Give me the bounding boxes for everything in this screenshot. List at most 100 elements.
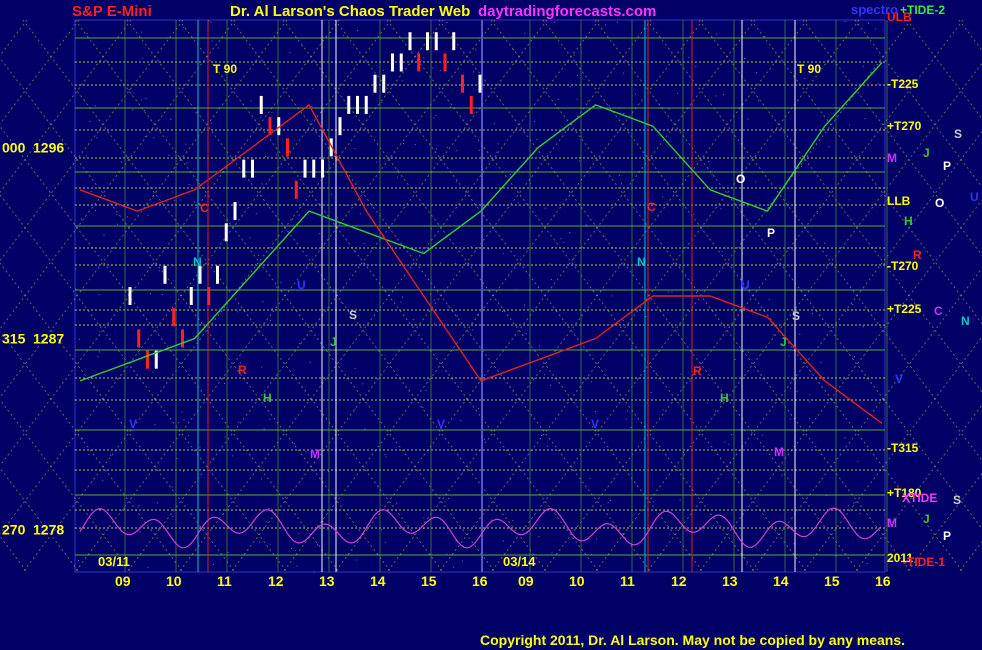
star-dot bbox=[384, 454, 386, 456]
star-dot bbox=[250, 100, 252, 102]
star-dot bbox=[756, 569, 758, 571]
star-dot bbox=[768, 298, 770, 300]
star-dot bbox=[645, 316, 647, 317]
star-dot bbox=[261, 478, 263, 480]
star-dot bbox=[868, 22, 869, 24]
star-dot bbox=[716, 33, 718, 35]
star-dot bbox=[700, 426, 702, 428]
x-tick-label: 09 bbox=[115, 573, 131, 589]
star-dot bbox=[154, 423, 156, 425]
star-dot bbox=[619, 175, 621, 176]
chart-annotation: N bbox=[193, 255, 202, 269]
star-dot bbox=[720, 208, 722, 210]
star-dot bbox=[260, 116, 262, 118]
star-dot bbox=[385, 456, 387, 458]
star-dot bbox=[98, 294, 100, 296]
star-dot bbox=[462, 560, 464, 562]
star-dot bbox=[655, 372, 657, 374]
chart-annotation: J bbox=[780, 335, 787, 349]
star-dot bbox=[88, 454, 90, 455]
star-dot bbox=[862, 65, 864, 67]
star-dot bbox=[183, 27, 185, 28]
star-dot bbox=[188, 435, 190, 436]
star-dot bbox=[502, 252, 504, 254]
star-dot bbox=[132, 109, 134, 111]
star-dot bbox=[801, 166, 802, 167]
star-dot bbox=[695, 66, 697, 68]
star-dot bbox=[213, 564, 214, 566]
site-title: Dr. Al Larson's Chaos Trader Web bbox=[230, 3, 470, 20]
chart-annotation: M bbox=[310, 447, 320, 461]
star-dot bbox=[676, 92, 678, 94]
chart-title: S&P E-Mini bbox=[72, 3, 152, 20]
star-dot bbox=[414, 83, 416, 85]
star-dot bbox=[258, 332, 260, 334]
star-dot bbox=[142, 57, 144, 59]
star-dot bbox=[453, 566, 455, 568]
star-dot bbox=[141, 99, 143, 101]
star-dot bbox=[357, 30, 358, 32]
star-dot bbox=[853, 356, 855, 358]
star-dot bbox=[210, 122, 212, 124]
star-dot bbox=[494, 123, 496, 125]
star-dot bbox=[157, 528, 159, 530]
star-dot bbox=[706, 402, 708, 404]
star-dot bbox=[141, 31, 143, 33]
star-dot bbox=[747, 118, 749, 120]
star-dot bbox=[447, 305, 449, 307]
right-level-label: XTIDE bbox=[902, 491, 937, 505]
star-dot bbox=[146, 188, 148, 190]
star-dot bbox=[75, 268, 76, 270]
planet-glyph: R bbox=[913, 248, 922, 262]
star-dot bbox=[746, 563, 748, 565]
star-dot bbox=[502, 311, 504, 312]
star-dot bbox=[448, 497, 449, 499]
star-dot bbox=[354, 368, 356, 369]
planet-glyph: J bbox=[923, 146, 930, 160]
star-dot bbox=[456, 315, 458, 317]
star-dot bbox=[751, 432, 753, 434]
star-dot bbox=[340, 301, 342, 303]
star-dot bbox=[364, 428, 366, 430]
star-dot bbox=[86, 32, 88, 34]
star-dot bbox=[147, 214, 149, 216]
right-level-label: LLB bbox=[887, 194, 911, 208]
chart-annotation: R bbox=[238, 363, 247, 377]
star-dot bbox=[289, 51, 291, 53]
star-dot bbox=[824, 242, 826, 244]
star-dot bbox=[397, 169, 399, 171]
chart-annotation: H bbox=[720, 391, 729, 405]
star-dot bbox=[497, 143, 499, 145]
star-dot bbox=[857, 460, 859, 462]
star-dot bbox=[359, 213, 361, 215]
chart-annotation: T 90 bbox=[213, 62, 237, 76]
star-dot bbox=[550, 278, 552, 280]
star-dot bbox=[625, 418, 627, 420]
star-dot bbox=[211, 40, 213, 42]
star-dot bbox=[444, 501, 446, 503]
star-dot bbox=[317, 543, 318, 545]
star-dot bbox=[151, 345, 153, 347]
chart-annotation: M bbox=[774, 445, 784, 459]
star-dot bbox=[354, 147, 356, 149]
star-dot bbox=[275, 154, 277, 156]
star-dot bbox=[523, 304, 525, 306]
star-dot bbox=[350, 77, 352, 79]
star-dot bbox=[295, 550, 297, 552]
star-dot bbox=[436, 148, 437, 150]
star-dot bbox=[721, 251, 723, 253]
chart-annotation: T 90 bbox=[797, 62, 821, 76]
star-dot bbox=[280, 281, 282, 283]
star-dot bbox=[662, 196, 664, 198]
star-dot bbox=[502, 540, 504, 542]
star-dot bbox=[722, 94, 724, 96]
star-dot bbox=[611, 295, 613, 297]
star-dot bbox=[400, 301, 402, 303]
star-dot bbox=[590, 381, 592, 383]
star-dot bbox=[212, 459, 214, 461]
star-dot bbox=[707, 161, 709, 162]
star-dot bbox=[342, 35, 344, 37]
star-dot bbox=[396, 502, 398, 504]
star-dot bbox=[98, 331, 100, 333]
star-dot bbox=[440, 262, 442, 264]
